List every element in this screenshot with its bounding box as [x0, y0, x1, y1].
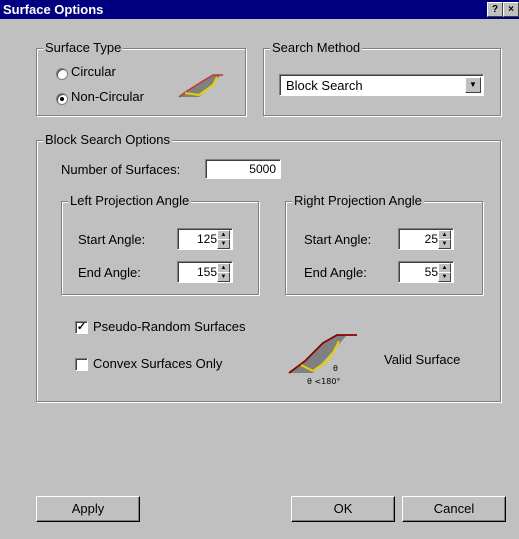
left-end-angle-input[interactable]: 155 ▲ ▼ — [177, 261, 233, 283]
block-search-options-legend: Block Search Options — [43, 132, 173, 147]
right-start-angle-value: 25 — [424, 232, 438, 246]
right-projection-angle-group: Right Projection Angle Start Angle: 25 ▲… — [285, 194, 483, 295]
cancel-button[interactable]: Cancel — [402, 496, 506, 522]
chevron-down-icon[interactable]: ▼ — [465, 77, 481, 93]
left-projection-angle-legend: Left Projection Angle — [68, 193, 192, 208]
title-bar: Surface Options ? × — [0, 0, 519, 19]
down-arrow-icon[interactable]: ▼ — [217, 239, 230, 249]
pseudo-random-checkbox[interactable]: ✓ — [75, 321, 88, 334]
left-start-angle-spinner[interactable]: 125 ▲ ▼ — [177, 228, 245, 250]
convex-only-label[interactable]: Convex Surfaces Only — [93, 356, 222, 371]
right-end-angle-spinner[interactable]: 55 ▲ ▼ — [398, 261, 466, 283]
down-arrow-icon[interactable]: ▼ — [438, 272, 451, 282]
search-method-legend: Search Method — [270, 40, 363, 55]
number-of-surfaces-label: Number of Surfaces: — [61, 162, 181, 177]
radio-circular[interactable] — [56, 68, 68, 80]
number-of-surfaces-input[interactable]: 5000 — [205, 159, 281, 179]
block-search-options-group: Block Search Options Number of Surfaces:… — [36, 133, 501, 402]
right-projection-angle-legend: Right Projection Angle — [292, 193, 424, 208]
right-end-angle-input[interactable]: 55 ▲ ▼ — [398, 261, 454, 283]
right-end-angle-value: 55 — [424, 265, 438, 279]
theta-constraint-label: θ <180° — [307, 377, 340, 386]
surface-type-legend: Surface Type — [43, 40, 124, 55]
left-start-angle-input[interactable]: 125 ▲ ▼ — [177, 228, 233, 250]
surface-type-group: Surface Type Circular Non-Circular — [36, 41, 246, 116]
convex-only-checkbox[interactable] — [75, 358, 88, 371]
right-start-angle-label: Start Angle: — [304, 232, 372, 247]
left-start-angle-value: 125 — [196, 232, 217, 246]
left-projection-angle-group: Left Projection Angle Start Angle: 125 ▲… — [61, 194, 259, 295]
number-of-surfaces-value: 5000 — [249, 162, 276, 176]
right-start-angle-input[interactable]: 25 ▲ ▼ — [398, 228, 454, 250]
valid-surface-diagram: θ θ <180° — [288, 334, 357, 386]
left-end-angle-spinner[interactable]: 155 ▲ ▼ — [177, 261, 245, 283]
help-button[interactable]: ? — [487, 2, 503, 17]
radio-non-circular[interactable] — [56, 93, 68, 105]
left-end-angle-value: 155 — [196, 265, 217, 279]
close-button[interactable]: × — [503, 2, 519, 17]
radio-circular-label[interactable]: Circular — [71, 64, 116, 79]
radio-non-circular-label[interactable]: Non-Circular — [71, 89, 144, 104]
right-start-angle-spinner[interactable]: 25 ▲ ▼ — [398, 228, 466, 250]
theta-label: θ — [333, 364, 338, 373]
right-end-angle-label: End Angle: — [304, 265, 367, 280]
valid-surface-label: Valid Surface — [384, 352, 461, 367]
left-start-angle-label: Start Angle: — [78, 232, 146, 247]
search-method-dropdown[interactable]: Block Search ▼ — [279, 74, 484, 96]
down-arrow-icon[interactable]: ▼ — [217, 272, 230, 282]
non-circular-surface-icon — [178, 74, 223, 98]
down-arrow-icon[interactable]: ▼ — [438, 239, 451, 249]
window-title: Surface Options — [3, 2, 104, 17]
apply-button[interactable]: Apply — [36, 496, 140, 522]
search-method-group: Search Method Block Search ▼ — [263, 41, 501, 116]
search-method-value: Block Search — [286, 78, 363, 93]
ok-button[interactable]: OK — [291, 496, 395, 522]
pseudo-random-label[interactable]: Pseudo-Random Surfaces — [93, 319, 245, 334]
left-end-angle-label: End Angle: — [78, 265, 141, 280]
